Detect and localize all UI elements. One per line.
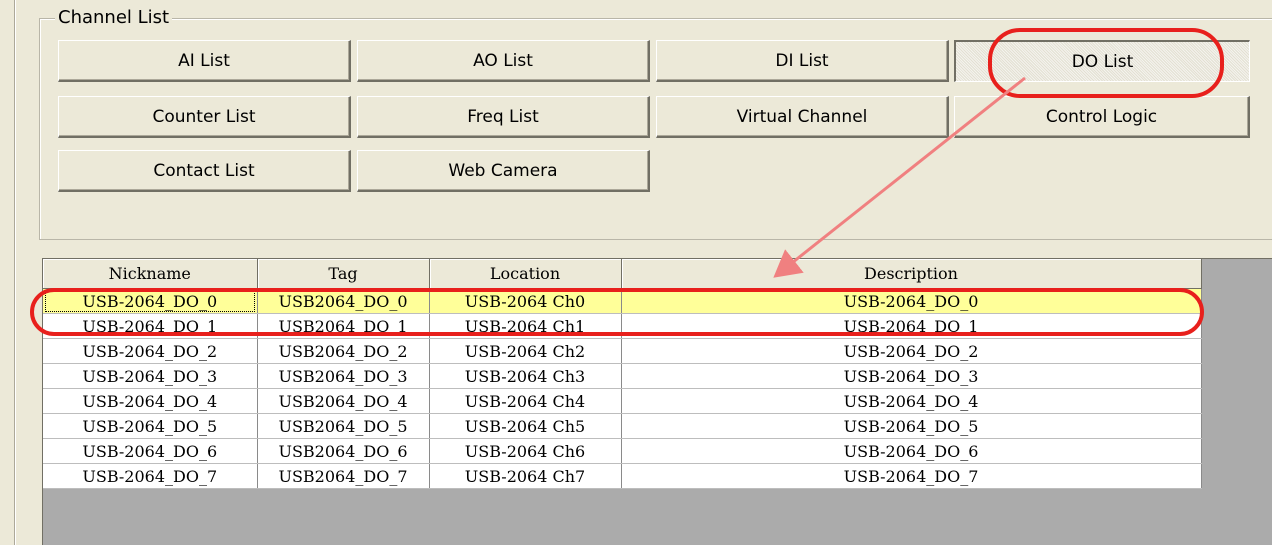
table-row[interactable]: USB-2064_DO_7 USB2064_DO_7 USB-2064 Ch7 … [43, 463, 1202, 489]
description-cell[interactable]: USB-2064_DO_7 [621, 463, 1202, 489]
location-cell[interactable]: USB-2064 Ch1 [429, 313, 622, 339]
do-list-button[interactable]: DO List [954, 40, 1250, 82]
location-cell[interactable]: USB-2064 Ch0 [429, 288, 622, 314]
table-row[interactable]: USB-2064_DO_5 USB2064_DO_5 USB-2064 Ch5 … [43, 413, 1202, 439]
freq-list-button[interactable]: Freq List [357, 96, 650, 138]
group-title: Channel List [55, 7, 173, 29]
tag-cell[interactable]: USB2064_DO_5 [257, 413, 430, 439]
description-cell[interactable]: USB-2064_DO_4 [621, 388, 1202, 414]
location-cell[interactable]: USB-2064 Ch3 [429, 363, 622, 389]
tag-cell[interactable]: USB2064_DO_4 [257, 388, 430, 414]
column-header-description[interactable]: Description [621, 259, 1202, 289]
description-cell[interactable]: USB-2064_DO_1 [621, 313, 1202, 339]
tag-cell[interactable]: USB2064_DO_7 [257, 463, 430, 489]
virtual-channel-button[interactable]: Virtual Channel [656, 96, 949, 138]
di-list-button[interactable]: DI List [656, 40, 949, 82]
description-cell[interactable]: USB-2064_DO_0 [621, 288, 1202, 314]
nickname-cell[interactable]: USB-2064_DO_1 [43, 313, 258, 339]
table-row[interactable]: USB-2064_DO_6 USB2064_DO_6 USB-2064 Ch6 … [43, 438, 1202, 464]
description-cell[interactable]: USB-2064_DO_6 [621, 438, 1202, 464]
nickname-cell[interactable]: USB-2064_DO_5 [43, 413, 258, 439]
column-header-nickname[interactable]: Nickname [43, 259, 258, 289]
table-header-row: Nickname Tag Location Description [43, 259, 1202, 289]
nickname-cell[interactable]: USB-2064_DO_2 [43, 338, 258, 364]
ao-list-button[interactable]: AO List [357, 40, 650, 82]
description-cell[interactable]: USB-2064_DO_5 [621, 413, 1202, 439]
left-edge [0, 0, 14, 545]
location-cell[interactable]: USB-2064 Ch4 [429, 388, 622, 414]
location-cell[interactable]: USB-2064 Ch5 [429, 413, 622, 439]
table-row[interactable]: USB-2064_DO_4 USB2064_DO_4 USB-2064 Ch4 … [43, 388, 1202, 414]
tag-cell[interactable]: USB2064_DO_3 [257, 363, 430, 389]
tag-cell[interactable]: USB2064_DO_0 [257, 288, 430, 314]
column-header-tag[interactable]: Tag [257, 259, 430, 289]
channel-grid: Nickname Tag Location Description USB-20… [42, 258, 1272, 545]
table-row[interactable]: USB-2064_DO_0 USB2064_DO_0 USB-2064 Ch0 … [43, 288, 1202, 314]
table-row[interactable]: USB-2064_DO_2 USB2064_DO_2 USB-2064 Ch2 … [43, 338, 1202, 364]
contact-list-button[interactable]: Contact List [58, 150, 351, 192]
description-cell[interactable]: USB-2064_DO_2 [621, 338, 1202, 364]
nickname-cell[interactable]: USB-2064_DO_6 [43, 438, 258, 464]
tag-cell[interactable]: USB2064_DO_2 [257, 338, 430, 364]
location-cell[interactable]: USB-2064 Ch2 [429, 338, 622, 364]
description-cell[interactable]: USB-2064_DO_3 [621, 363, 1202, 389]
tag-cell[interactable]: USB2064_DO_6 [257, 438, 430, 464]
location-cell[interactable]: USB-2064 Ch7 [429, 463, 622, 489]
nickname-cell[interactable]: USB-2064_DO_3 [43, 363, 258, 389]
location-cell[interactable]: USB-2064 Ch6 [429, 438, 622, 464]
column-header-location[interactable]: Location [429, 259, 622, 289]
counter-list-button[interactable]: Counter List [58, 96, 351, 138]
tag-cell[interactable]: USB2064_DO_1 [257, 313, 430, 339]
table-row[interactable]: USB-2064_DO_1 USB2064_DO_1 USB-2064 Ch1 … [43, 313, 1202, 339]
do-channel-table: Nickname Tag Location Description USB-20… [43, 259, 1202, 489]
table-row[interactable]: USB-2064_DO_3 USB2064_DO_3 USB-2064 Ch3 … [43, 363, 1202, 389]
nickname-cell[interactable]: USB-2064_DO_0 [43, 288, 258, 314]
ai-list-button[interactable]: AI List [58, 40, 351, 82]
nickname-cell[interactable]: USB-2064_DO_7 [43, 463, 258, 489]
web-camera-button[interactable]: Web Camera [357, 150, 650, 192]
nickname-cell[interactable]: USB-2064_DO_4 [43, 388, 258, 414]
control-logic-button[interactable]: Control Logic [954, 96, 1250, 138]
